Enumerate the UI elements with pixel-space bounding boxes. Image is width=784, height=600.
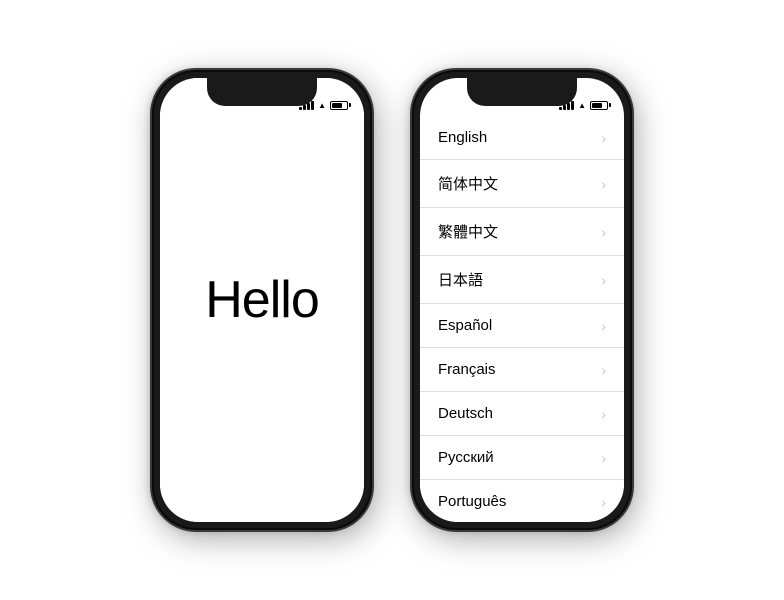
language-label-1: 简体中文 — [438, 173, 498, 194]
language-chevron-1: › — [601, 176, 606, 192]
language-item-2[interactable]: 繁體中文 › — [420, 208, 624, 256]
language-item-4[interactable]: Español › — [420, 304, 624, 348]
language-item-6[interactable]: Deutsch › — [420, 392, 624, 436]
phone-right: 9:41 ▲ English›简体中文›繁體中文›日本語›Español›Fra… — [412, 70, 632, 530]
language-chevron-7: › — [601, 450, 606, 466]
language-list: English›简体中文›繁體中文›日本語›Español›Français›D… — [420, 116, 624, 522]
language-label-6: Deutsch — [438, 405, 493, 422]
notch-right — [467, 78, 577, 106]
language-label-5: Français — [438, 361, 496, 378]
hello-label: Hello — [205, 270, 319, 330]
phone-right-screen: 9:41 ▲ English›简体中文›繁體中文›日本語›Español›Fra… — [420, 78, 624, 522]
language-items-container: English›简体中文›繁體中文›日本語›Español›Français›D… — [420, 116, 624, 522]
language-chevron-3: › — [601, 272, 606, 288]
language-item-5[interactable]: Français › — [420, 348, 624, 392]
wifi-icon-right: ▲ — [578, 101, 586, 110]
language-item-1[interactable]: 简体中文 › — [420, 160, 624, 208]
language-item-7[interactable]: Русский › — [420, 436, 624, 480]
phones-container: 9:41 ▲ Hello — [152, 70, 632, 530]
language-label-7: Русский — [438, 449, 494, 466]
language-chevron-5: › — [601, 362, 606, 378]
language-label-3: 日本語 — [438, 269, 483, 290]
language-chevron-4: › — [601, 318, 606, 334]
battery-icon-left — [330, 101, 348, 110]
hello-screen: Hello — [160, 78, 364, 522]
language-item-3[interactable]: 日本語 › — [420, 256, 624, 304]
notch-left — [207, 78, 317, 106]
wifi-icon-left: ▲ — [318, 101, 326, 110]
language-chevron-8: › — [601, 494, 606, 510]
battery-icon-right — [590, 101, 608, 110]
language-label-2: 繁體中文 — [438, 221, 498, 242]
phone-left: 9:41 ▲ Hello — [152, 70, 372, 530]
language-chevron-2: › — [601, 224, 606, 240]
phone-left-screen: 9:41 ▲ Hello — [160, 78, 364, 522]
language-chevron-0: › — [601, 130, 606, 146]
language-item-0[interactable]: English › — [420, 116, 624, 160]
language-item-8[interactable]: Português › — [420, 480, 624, 522]
language-label-0: English — [438, 129, 487, 146]
language-chevron-6: › — [601, 406, 606, 422]
language-label-8: Português — [438, 493, 506, 510]
language-label-4: Español — [438, 317, 492, 334]
